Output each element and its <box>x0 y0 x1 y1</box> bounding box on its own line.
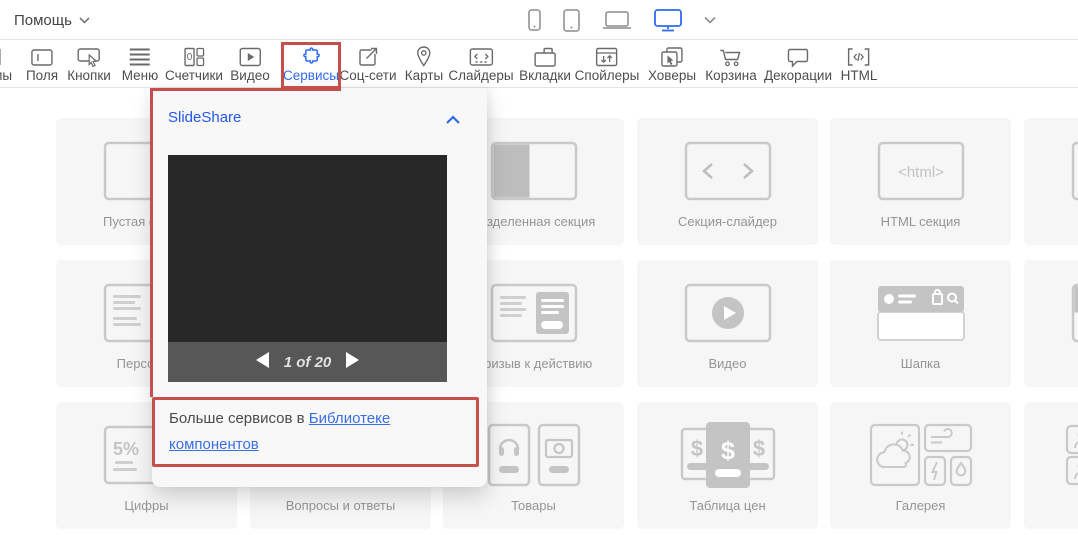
toolbar-item-buttons[interactable]: Кнопки <box>67 43 111 83</box>
toolbar-item-maps[interactable]: Карты <box>405 43 443 83</box>
price-table-icon: $ $ $ <box>637 422 818 488</box>
laptop-icon[interactable] <box>602 11 632 30</box>
puzzle-icon <box>299 43 323 68</box>
section-card-partial[interactable] <box>1024 402 1078 529</box>
toolbar-item-counters[interactable]: 0 Счетчики <box>165 43 223 83</box>
hamburger-icon <box>128 43 152 68</box>
map-pin-icon <box>413 43 435 68</box>
toolbar-item-video[interactable]: Видео <box>230 43 269 83</box>
speech-bubble-icon <box>786 43 810 68</box>
site-header-icon <box>830 280 1011 346</box>
tabs-icon <box>533 43 557 68</box>
top-bar: Помощь <box>0 0 1078 40</box>
services-popup: SlideShare 1 of 20 Больше сервисов в Биб… <box>152 88 487 487</box>
section-icon-partial <box>1024 138 1078 204</box>
spoiler-icon <box>595 43 619 68</box>
toolbar-item-forms[interactable]: Формы <box>0 43 12 83</box>
slideshare-preview[interactable]: 1 of 20 <box>168 155 447 382</box>
section-card-gallery[interactable]: Галерея <box>830 402 1011 529</box>
phone-icon[interactable] <box>528 9 541 31</box>
toolbar-item-hovers[interactable]: Ховеры <box>648 43 696 83</box>
field-icon <box>30 43 54 68</box>
popup-footer-note: Больше сервисов в Библиотеке компонентов <box>169 406 419 458</box>
toolbar-item-cart[interactable]: Корзина <box>705 43 756 83</box>
footer-text: Больше сервисов в <box>169 410 305 427</box>
slider-icon <box>468 43 494 68</box>
prev-triangle-icon[interactable] <box>255 351 270 374</box>
chevron-down-icon[interactable] <box>704 16 716 24</box>
tablet-icon[interactable] <box>563 9 580 32</box>
play-icon <box>238 43 262 68</box>
hover-icon <box>660 43 684 68</box>
share-icon <box>356 43 380 68</box>
section-card-html[interactable]: <html> HTML секция <box>830 118 1011 245</box>
toolbar-item-menu[interactable]: Меню <box>122 43 159 83</box>
toolbar-item-sliders[interactable]: Слайдеры <box>448 43 513 83</box>
desktop-icon-selected[interactable] <box>654 9 682 32</box>
svg-text:0: 0 <box>187 52 193 63</box>
form-icon <box>0 43 2 68</box>
toolbar-item-fields[interactable]: Поля <box>26 43 58 83</box>
slideshare-link[interactable]: SlideShare <box>168 109 241 126</box>
svg-text:$: $ <box>752 436 764 461</box>
slide-counter: 1 of 20 <box>284 354 332 371</box>
preview-nav-bar: 1 of 20 <box>168 342 447 382</box>
toolbar-item-spoilers[interactable]: Спойлеры <box>575 43 640 83</box>
gallery-icon <box>830 422 1011 488</box>
team-icon-partial <box>1024 422 1078 488</box>
svg-text:5%: 5% <box>113 439 139 459</box>
svg-text:$: $ <box>721 437 735 465</box>
code-icon <box>846 43 872 68</box>
help-menu[interactable]: Помощь <box>14 0 90 40</box>
section-card-slider[interactable]: Секция-слайдер <box>637 118 818 245</box>
section-card-video[interactable]: Видео <box>637 260 818 387</box>
counter-icon: 0 <box>182 43 206 68</box>
video-circle-icon <box>637 280 818 346</box>
toolbar-item-social[interactable]: Соц-сети <box>339 43 396 83</box>
slider-section-icon <box>637 138 818 204</box>
chevron-down-icon <box>79 17 90 24</box>
section-card-pricing[interactable]: $$$ Таблица цен <box>637 402 818 529</box>
section-icon-partial <box>1024 280 1078 346</box>
components-toolbar: Формы Поля Кнопки Меню 0 Счетчики Видео <box>0 40 1078 88</box>
toolbar-item-decorations[interactable]: Декорации <box>764 43 832 83</box>
help-label: Помощь <box>14 12 72 29</box>
toolbar-item-html[interactable]: HTML <box>841 43 878 83</box>
section-card-header[interactable]: Шапка <box>830 260 1011 387</box>
toolbar-item-tabs[interactable]: Вкладки <box>519 43 571 83</box>
chevron-up-icon[interactable] <box>445 112 461 130</box>
toolbar-item-services[interactable]: Сервисы <box>283 43 339 83</box>
button-cursor-icon <box>76 43 102 68</box>
svg-text:$: $ <box>690 436 702 461</box>
section-card-partial[interactable] <box>1024 118 1078 245</box>
device-switcher <box>528 0 716 40</box>
cart-icon <box>718 43 744 68</box>
svg-text:<html>: <html> <box>898 164 944 181</box>
html-section-icon: <html> <box>830 138 1011 204</box>
section-card-partial[interactable] <box>1024 260 1078 387</box>
next-triangle-icon[interactable] <box>345 351 360 374</box>
